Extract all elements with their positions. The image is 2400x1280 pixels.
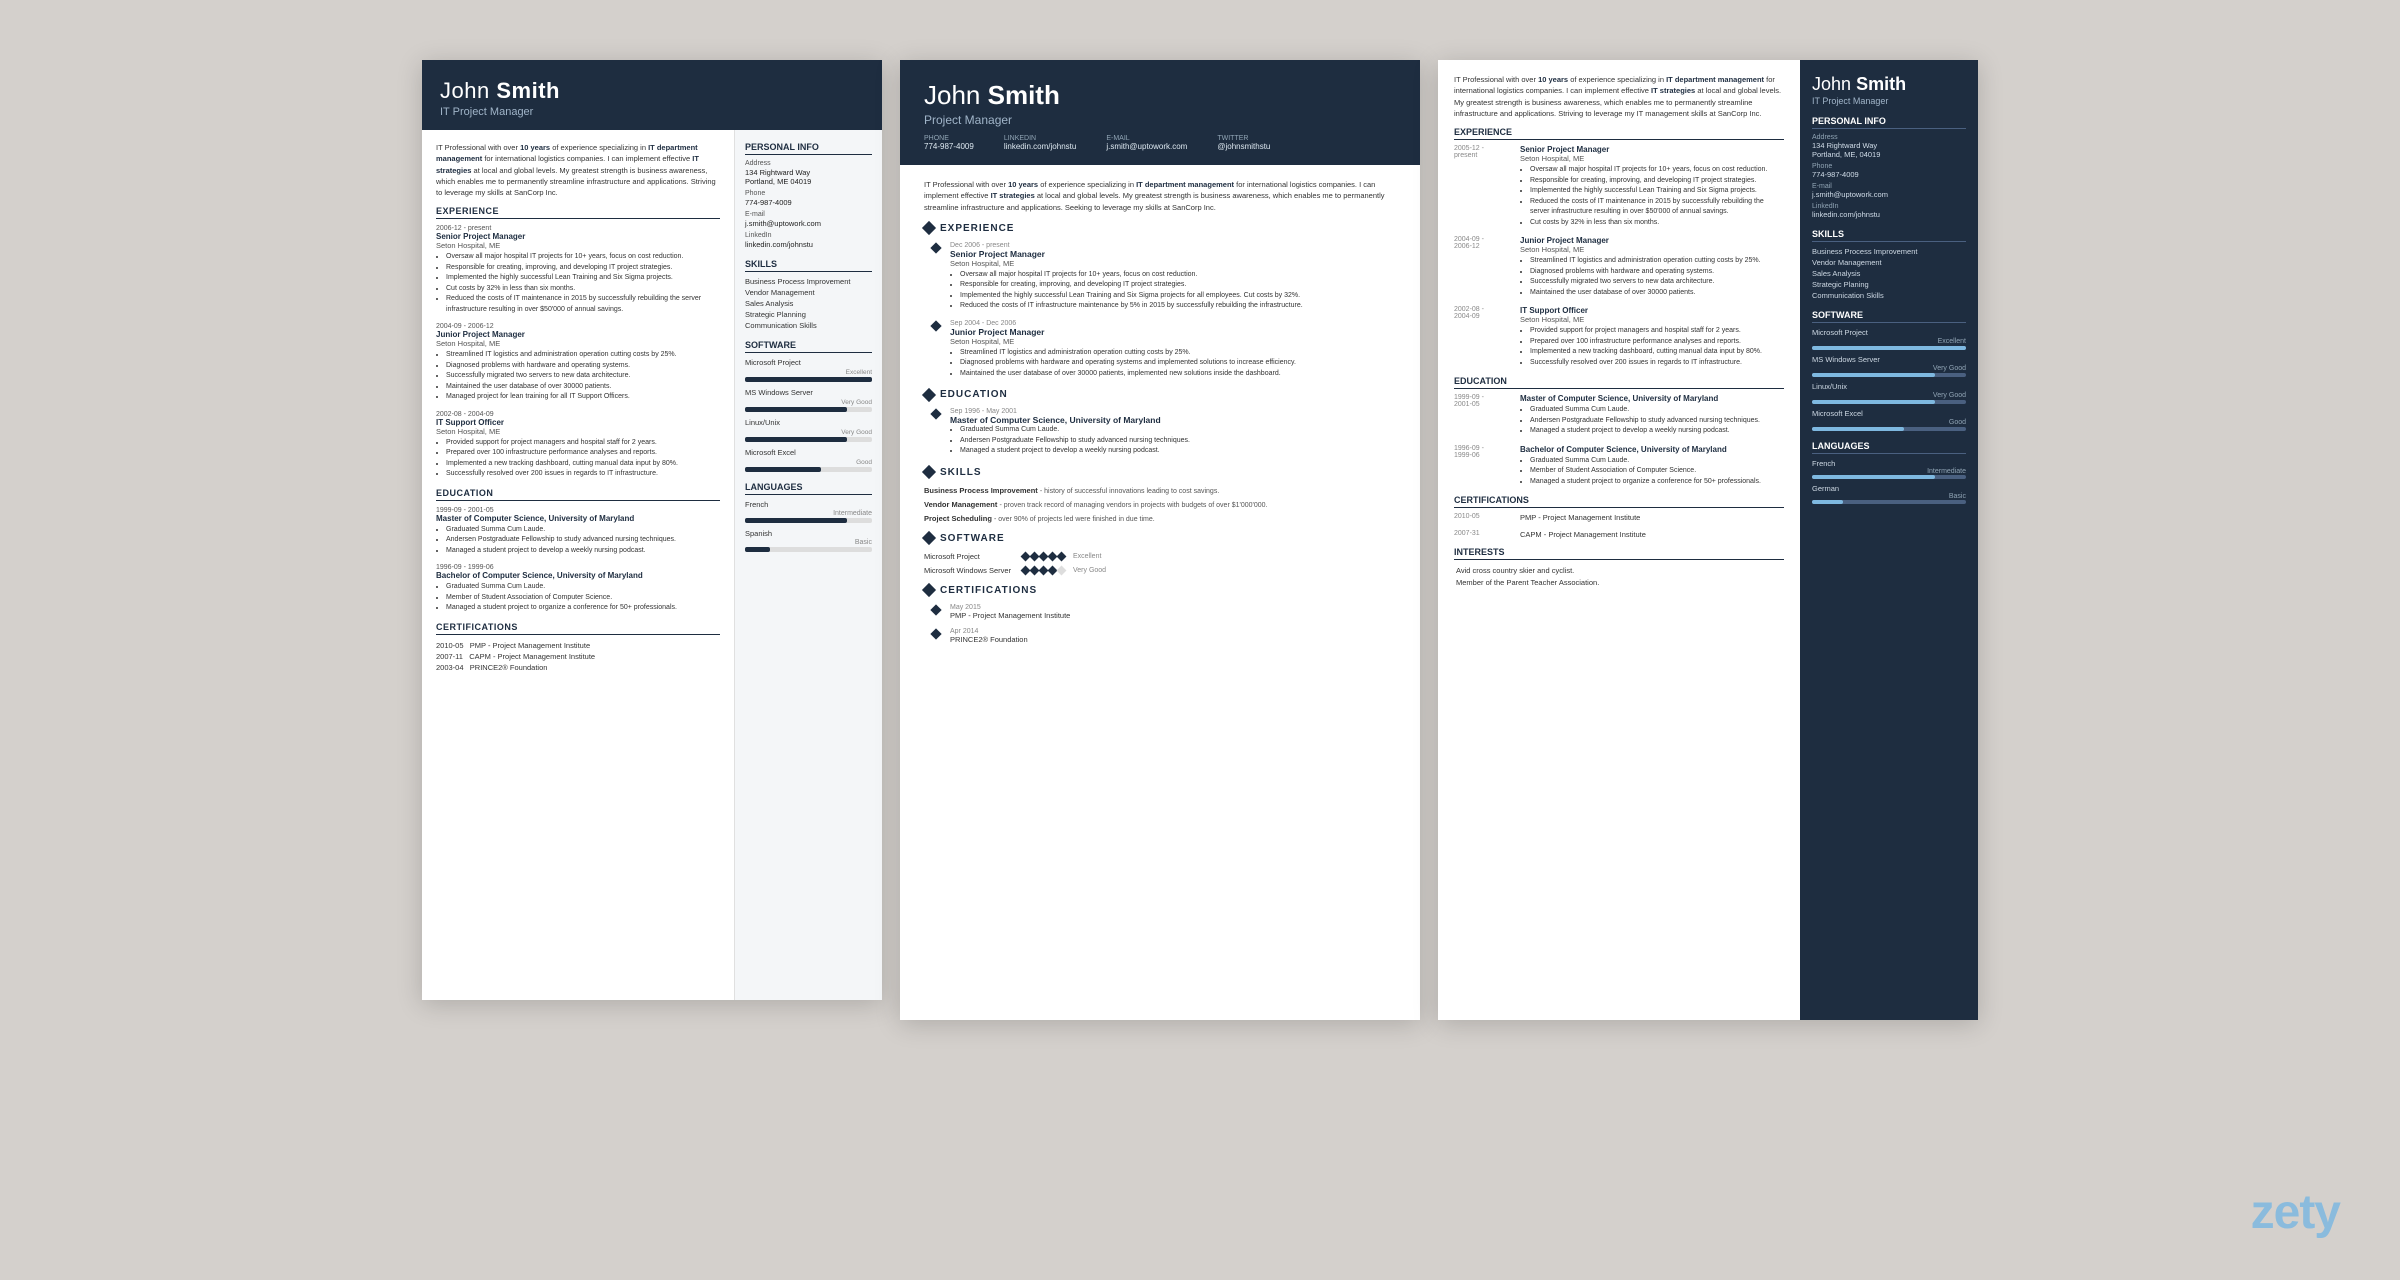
resume2-body: IT Professional with over 10 years of ex… (900, 165, 1420, 1020)
r2-cert-1: May 2015 PMP - Project Management Instit… (932, 604, 1396, 620)
resume1-body: IT Professional with over 10 years of ex… (422, 130, 882, 1000)
resume1-title: IT Project Manager (440, 106, 864, 118)
r2-cert-title: CERTIFICATIONS (924, 585, 1396, 596)
r3-cert-title: Certifications (1454, 495, 1784, 508)
r2-cert-timeline: May 2015 PMP - Project Management Instit… (932, 604, 1396, 644)
exp-entry-1: 2006-12 - present Senior Project Manager… (436, 225, 720, 315)
r2-exp-2: Sep 2004 - Dec 2006 Junior Project Manag… (932, 320, 1396, 380)
resume1-intro: IT Professional with over 10 years of ex… (436, 142, 720, 198)
r3-edu-title: Education (1454, 376, 1784, 389)
r2-exp-title: EXPERIENCE (924, 223, 1396, 234)
r3-edu-2: 1996-09 -1999-06 Bachelor of Computer Sc… (1454, 445, 1784, 488)
r3-interests: Avid cross country skier and cyclist. Me… (1456, 565, 1784, 589)
r3-exp-title: Experience (1454, 127, 1784, 140)
resume2-intro: IT Professional with over 10 years of ex… (924, 179, 1396, 213)
resume-card-3: IT Professional with over 10 years of ex… (1438, 60, 1978, 1020)
resume2-name: John Smith (924, 80, 1396, 111)
r3-exp-3: 2002-08 -2004-09 IT Support Officer Seto… (1454, 306, 1784, 368)
edu-entry-1: 1999-09 - 2001-05 Master of Computer Sci… (436, 507, 720, 557)
personal-info-section: Personal Info Address 134 Rightward WayP… (745, 142, 872, 249)
resume3-main: IT Professional with over 10 years of ex… (1438, 60, 1800, 1020)
r3-cert-1: 2010-05 PMP - Project Management Institu… (1454, 513, 1784, 522)
r2-sw-list: Microsoft Project Excellent Microsoft Wi… (924, 552, 1396, 575)
r2-sw-title: SOFTWARE (924, 533, 1396, 544)
resume3-sidebar-name: John Smith (1812, 74, 1966, 96)
exp-entry-2: 2004-09 - 2006-12 Junior Project Manager… (436, 323, 720, 403)
r2-exp-1: Dec 2006 - present Senior Project Manage… (932, 242, 1396, 312)
stage: John Smith IT Project Manager IT Profess… (0, 0, 2400, 1280)
r3-interests-title: Interests (1454, 547, 1784, 560)
r2-skills-list: Business Process Improvement - history o… (924, 486, 1396, 523)
experience-section-title: Experience (436, 206, 720, 219)
education-section-title: Education (436, 488, 720, 501)
cert-section-title: Certifications (436, 622, 720, 635)
r3-cert-2: 2007-31 CAPM - Project Management Instit… (1454, 530, 1784, 539)
r3s-skills: Skills Business Process Improvement Vend… (1812, 229, 1966, 300)
resume2-header: John Smith Project Manager Phone 774-987… (900, 60, 1420, 165)
software-section: Software Microsoft Project Excellent MS … (745, 340, 872, 472)
r3s-languages: Languages French Intermediate German Bas… (1812, 441, 1966, 504)
resume2-contact: Phone 774-987-4009 LinkedIn linkedin.com… (924, 135, 1396, 151)
resume3-sidebar: John Smith IT Project Manager Personal I… (1800, 60, 1978, 1020)
r2-edu-timeline: Sep 1996 - May 2001 Master of Computer S… (932, 408, 1396, 457)
resume1-sidebar: Personal Info Address 134 Rightward WayP… (734, 130, 882, 1000)
exp-entry-3: 2002-08 - 2004-09 IT Support Officer Set… (436, 411, 720, 480)
skills-section: Skills Business Process Improvement Vend… (745, 259, 872, 330)
zety-logo: zety (2251, 1185, 2340, 1240)
resume-card-1: John Smith IT Project Manager IT Profess… (422, 60, 882, 1000)
resume1-name: John Smith (440, 78, 864, 104)
r3-edu-1: 1999-09 -2001-05 Master of Computer Scie… (1454, 394, 1784, 437)
languages-section: Languages French Intermediate Spanish Ba… (745, 482, 872, 552)
r2-edu-1: Sep 1996 - May 2001 Master of Computer S… (932, 408, 1396, 457)
resume1-header: John Smith IT Project Manager (422, 60, 882, 130)
r2-skills-title: SKILLS (924, 467, 1396, 478)
r3-exp-1: 2005-12 -present Senior Project Manager … (1454, 145, 1784, 228)
resume3-sidebar-title: IT Project Manager (1812, 96, 1966, 106)
r2-timeline: Dec 2006 - present Senior Project Manage… (932, 242, 1396, 380)
resume-card-2: John Smith Project Manager Phone 774-987… (900, 60, 1420, 1020)
r2-cert-2: Apr 2014 PRINCE2® Foundation (932, 628, 1396, 644)
r3s-personal-info: Personal Info Address 134 Rightward WayP… (1812, 116, 1966, 219)
resume3-intro: IT Professional with over 10 years of ex… (1454, 74, 1784, 119)
cert-entry-1: 2010-05 PMP - Project Management Institu… (436, 641, 720, 672)
resume2-title: Project Manager (924, 113, 1396, 127)
r3s-software: Software Microsoft Project Excellent MS … (1812, 310, 1966, 431)
r3-exp-2: 2004-09 -2006-12 Junior Project Manager … (1454, 236, 1784, 298)
resume1-main: IT Professional with over 10 years of ex… (422, 130, 734, 1000)
edu-entry-2: 1996-09 - 1999-06 Bachelor of Computer S… (436, 564, 720, 614)
r2-edu-title: EDUCATION (924, 389, 1396, 400)
